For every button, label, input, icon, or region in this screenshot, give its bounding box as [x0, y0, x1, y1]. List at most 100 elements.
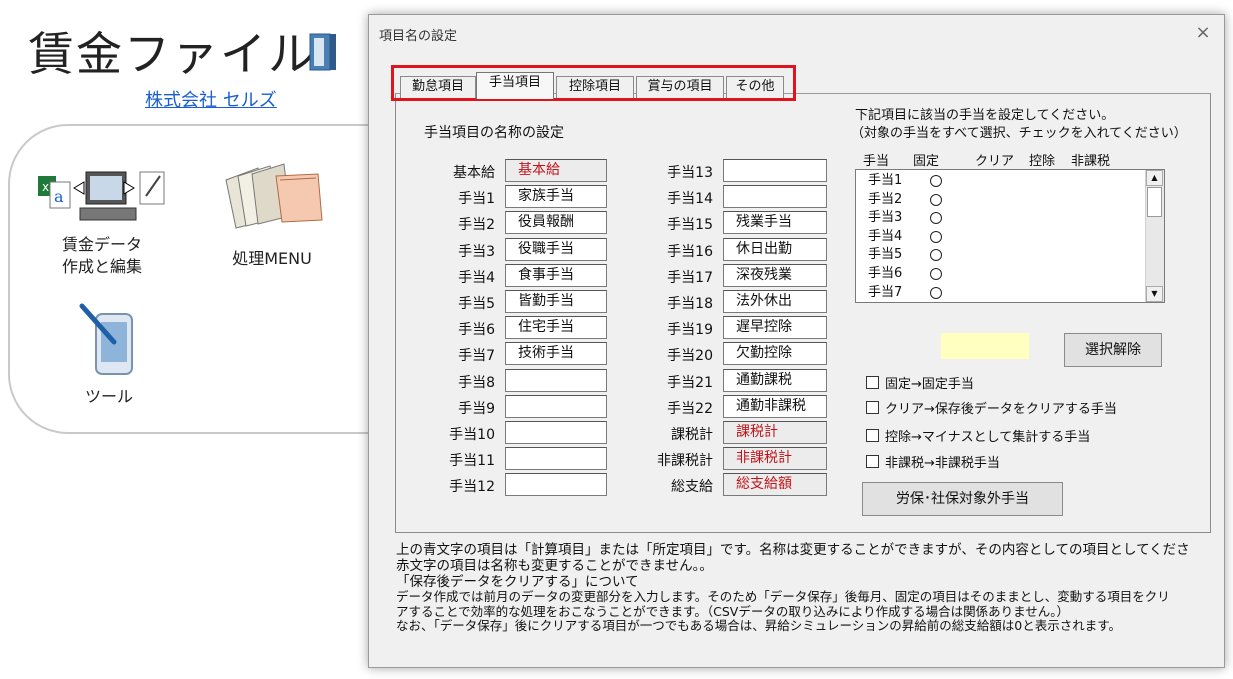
deselect-button[interactable]: 選択解除	[1064, 333, 1162, 367]
allowance-name-field[interactable]	[505, 394, 607, 418]
close-button[interactable]: ×	[1191, 21, 1215, 45]
data-edit-icon: x a	[38, 171, 165, 221]
field-label: 手当7	[458, 348, 495, 365]
list-item-label: 手当5	[868, 247, 903, 263]
list-item[interactable]: 手当3	[868, 209, 1138, 227]
fixed-radio[interactable]	[930, 212, 942, 225]
allowance-name-field[interactable]: 技術手当	[505, 342, 607, 366]
legend-clear-checkbox[interactable]	[866, 401, 879, 414]
field-label: 手当1	[458, 191, 495, 208]
section-title: 手当項目の名称の設定	[424, 125, 564, 141]
allowance-name-field[interactable]: 通勤課税	[723, 368, 827, 392]
allowance-name-field[interactable]: 残業手当	[723, 211, 827, 235]
allowance-name-field[interactable]: 総支給額	[723, 473, 827, 497]
fixed-radio[interactable]	[930, 249, 942, 262]
allowance-name-field[interactable]	[505, 447, 607, 471]
allowance-name-field[interactable]: 皆勤手当	[505, 290, 607, 313]
tab-deduction[interactable]: 控除項目	[556, 76, 634, 98]
legend-clear[interactable]: クリア→保存後データをクリアする手当	[866, 398, 1117, 417]
allowance-name-field[interactable]: 家族手当	[505, 185, 607, 209]
list-item[interactable]: 手当7	[868, 284, 1138, 302]
list-item-label: 手当6	[868, 266, 903, 281]
allowance-name-field[interactable]: 遅早控除	[723, 316, 827, 340]
list-scrollbar[interactable]: ▲ ▼	[1145, 170, 1164, 302]
color-swatch	[941, 333, 1029, 359]
legend-deduct[interactable]: 控除→マイナスとして集計する手当	[866, 426, 1090, 445]
allowance-name-field[interactable]: 基本給	[505, 159, 607, 182]
app-title: 賃金ファイル	[28, 27, 316, 81]
list-item[interactable]: 手当2	[868, 191, 1138, 209]
list-item[interactable]: 手当6	[868, 265, 1138, 283]
legend-deduct-checkbox[interactable]	[866, 429, 879, 442]
list-item[interactable]: 手当1	[868, 172, 1138, 190]
launcher-menu[interactable]: 処理MENU	[214, 160, 330, 272]
allowance-name-field[interactable]: 通勤非課税	[723, 394, 827, 418]
fixed-radio[interactable]	[930, 230, 942, 243]
allowance-name-field[interactable]	[723, 185, 827, 209]
field-label: 総支給	[671, 479, 713, 496]
allowance-name-field[interactable]: 住宅手当	[505, 316, 607, 340]
fixed-radio[interactable]	[930, 268, 942, 280]
exclude-allowance-button[interactable]: 労保･社保対象外手当	[862, 482, 1063, 516]
legend-fixed-checkbox[interactable]	[866, 376, 879, 389]
allowance-name-field[interactable]: 深夜残業	[723, 263, 827, 287]
field-label: 手当5	[458, 296, 495, 312]
allowance-name-field[interactable]	[505, 473, 607, 497]
field-label: 手当9	[458, 400, 495, 417]
allowance-name-field[interactable]	[505, 368, 607, 392]
dialog-title: 項目名の設定	[379, 29, 458, 44]
list-item-label: 手当2	[868, 191, 903, 207]
field-label: 手当4	[458, 269, 495, 286]
tab-other[interactable]: その他	[726, 76, 784, 98]
tab-bonus[interactable]: 賞与の項目	[636, 76, 724, 98]
field-label: 手当10	[449, 427, 495, 443]
field-label: 手当11	[449, 453, 495, 470]
list-item-label: 手当1	[868, 173, 903, 188]
fixed-radio[interactable]	[930, 175, 942, 187]
list-item-label: 手当7	[868, 284, 903, 300]
field-label: 手当22	[667, 400, 713, 417]
scroll-thumb[interactable]	[1147, 187, 1162, 217]
allowance-name-field[interactable]: 非課税計	[723, 447, 827, 471]
allowance-name-field[interactable]: 欠勤控除	[723, 342, 827, 366]
instruction-line2: （対象の手当をすべて選択、チェックを入れてください）	[851, 126, 1187, 141]
legend-fixed[interactable]: 固定→固定手当	[866, 373, 974, 392]
book-icon	[308, 30, 338, 76]
allowance-name-field[interactable]: 役員報酬	[505, 211, 607, 235]
legend-nontax[interactable]: 非課税→非課税手当	[866, 452, 1000, 471]
allowance-name-field[interactable]: 休日出勤	[723, 237, 827, 261]
field-label: 手当2	[458, 217, 495, 234]
legend-clear-text: クリア→保存後データをクリアする手当	[885, 402, 1117, 417]
allowance-name-field[interactable]: 課税計	[723, 421, 827, 444]
fixed-radio[interactable]	[930, 286, 942, 299]
allowance-name-field[interactable]: 食事手当	[505, 263, 607, 287]
tab-allowance[interactable]: 手当項目	[476, 72, 554, 99]
tab-bar-highlight: 勤怠項目 手当項目 控除項目 賞与の項目 その他	[391, 65, 796, 101]
svg-text:a: a	[54, 187, 64, 206]
allowance-name-field[interactable]: 法外休出	[723, 290, 827, 313]
note-line: 「保存後データをクリアする」について	[396, 574, 639, 590]
field-label: 課税計	[671, 427, 713, 443]
note-line: 赤文字の項目は名称も変更することができません。。	[396, 558, 713, 574]
allowance-name-field[interactable]: 役職手当	[505, 237, 607, 261]
field-label: 基本給	[453, 165, 495, 181]
allowance-name-field[interactable]	[505, 421, 607, 444]
launcher-data-edit-label2: 作成と編集	[61, 257, 142, 276]
field-label: 手当14	[667, 191, 713, 208]
scroll-down-button[interactable]: ▼	[1146, 286, 1163, 302]
list-item[interactable]: 手当4	[868, 228, 1138, 246]
tab-attendance[interactable]: 勤怠項目	[400, 76, 476, 98]
note-line: なお、「データ保存」後にクリアする項目が一つでもある場合は、昇給シミュレーション…	[396, 619, 1121, 633]
launcher-tool[interactable]: ツール	[64, 302, 154, 412]
list-header-deduct: 控除	[1029, 154, 1056, 169]
fixed-radio[interactable]	[930, 193, 942, 206]
list-item[interactable]: 手当5	[868, 246, 1138, 264]
company-link[interactable]: 株式会社 セルズ	[145, 86, 277, 112]
allowance-name-field[interactable]	[723, 159, 827, 182]
field-label: 手当15	[667, 217, 713, 234]
legend-nontax-text: 非課税→非課税手当	[885, 456, 1000, 471]
legend-nontax-checkbox[interactable]	[866, 455, 879, 468]
launcher-data-edit[interactable]: x a 賃金データ 作成と編集	[36, 166, 168, 278]
scroll-up-button[interactable]: ▲	[1146, 170, 1163, 186]
allowance-listbox[interactable]: 手当1 手当2 手当3 手当4 手当5 手当6 手当7 ▲ ▼	[855, 169, 1165, 303]
